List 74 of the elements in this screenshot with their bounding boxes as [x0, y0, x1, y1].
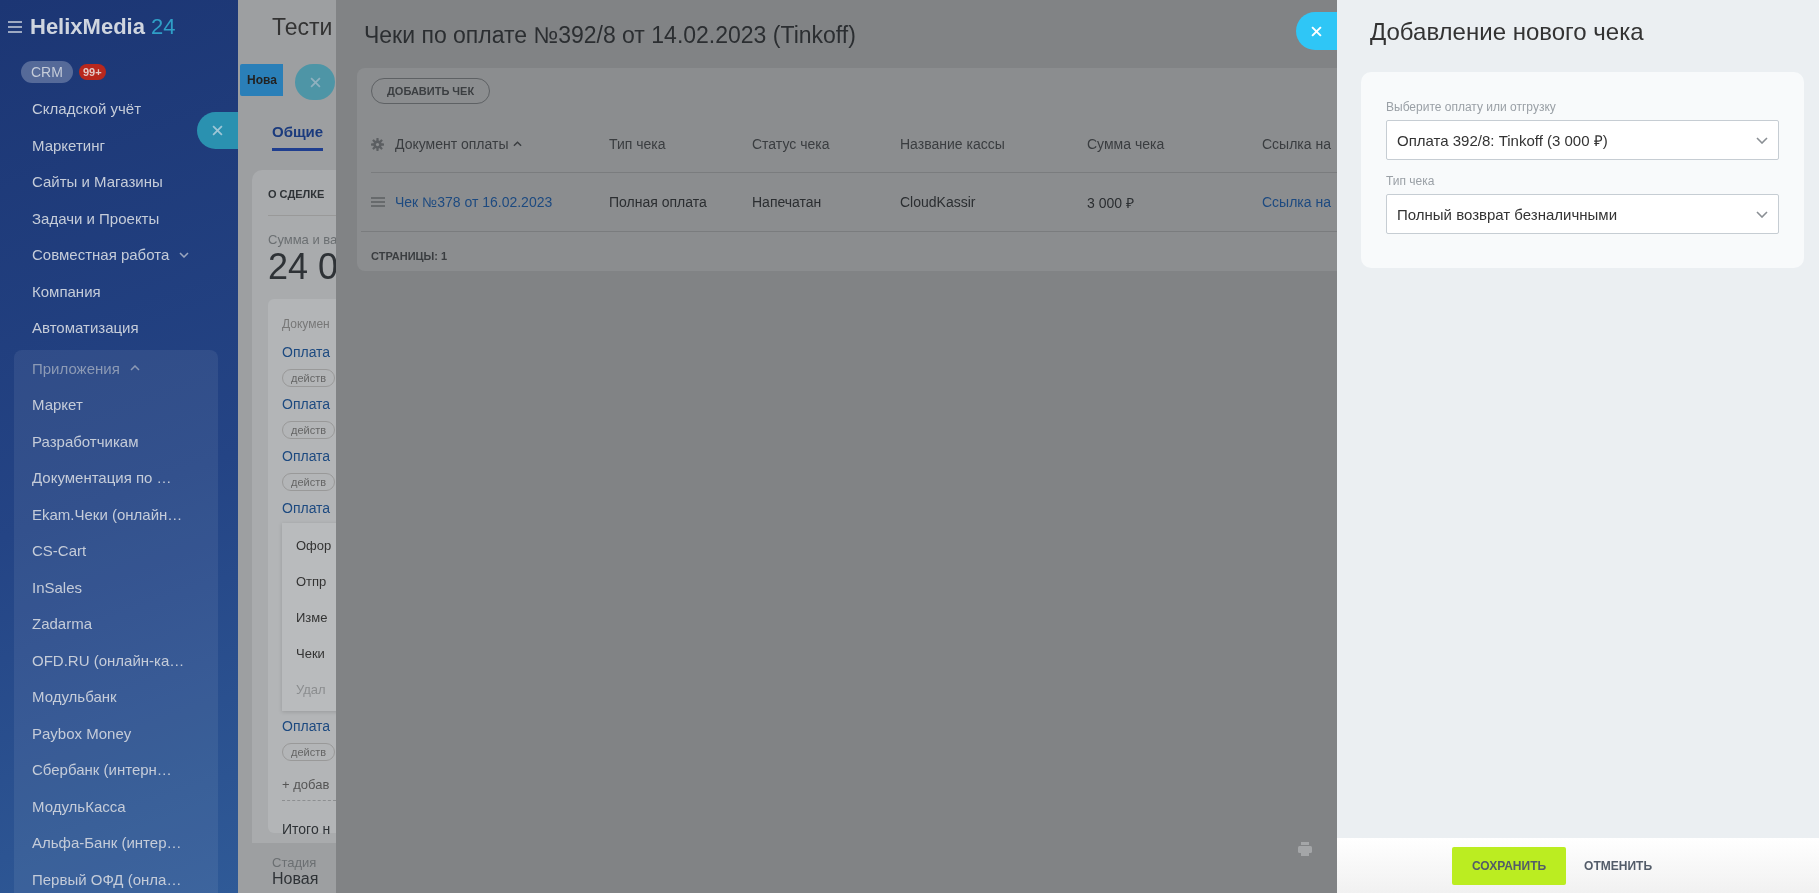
column-header[interactable]: Ссылка на	[1262, 136, 1331, 152]
menu-item[interactable]: Складской учёт	[0, 90, 142, 127]
chevron-icon	[129, 365, 140, 372]
menu-item[interactable]: CRM	[21, 61, 73, 84]
table-cell-text: CloudKassir	[900, 194, 977, 210]
dropdown-field[interactable]: Оплата 392/8: Tinkoff (3 000 ₽)	[1386, 120, 1779, 160]
page-title: Тести	[271, 13, 333, 42]
column-header[interactable]: Статус чека	[752, 136, 900, 152]
payment-link[interactable]: Оплата	[282, 500, 331, 516]
menu-item[interactable]: OFD.RU (онлайн-ка…	[14, 642, 185, 679]
table-cell-text: 3 000 ₽	[1087, 193, 1135, 212]
panel-title: Чеки по оплате №392/8 от 14.02.2023 (Tinkoff)	[363, 21, 856, 50]
cancel-button[interactable]: ОТМЕНИТЬ	[1570, 858, 1666, 873]
menu-item[interactable]: Paybox Money	[14, 715, 132, 752]
printer-icon[interactable]	[1297, 841, 1313, 857]
menu-item[interactable]: МодульКасса	[14, 788, 126, 825]
menu-item[interactable]: Альфа-Банк (интер…	[14, 824, 182, 861]
column-header[interactable]: Тип чека	[609, 136, 752, 152]
close-button[interactable]	[1296, 12, 1337, 50]
stage-button[interactable]: Нова	[240, 64, 283, 96]
menu-item[interactable]: Чеки	[282, 635, 336, 671]
table-cell-text: Полная оплата	[609, 194, 708, 210]
counter-badge: 99+	[78, 64, 106, 81]
menu-item[interactable]: Сбербанк (интерн…	[14, 751, 172, 788]
panel-title: Добавление нового чека	[1369, 17, 1645, 47]
chevron-icon	[179, 251, 190, 258]
menu-item[interactable]: Zadarma	[14, 605, 93, 642]
menu-item[interactable]: Сайты и Магазины	[0, 163, 163, 200]
menu-item[interactable]: Разработчикам	[14, 423, 139, 460]
menu-item[interactable]: Задачи и Проекты	[0, 200, 160, 237]
apps-header[interactable]: Приложения	[14, 350, 140, 387]
close-icon	[1311, 25, 1322, 37]
payment-link[interactable]: Оплата	[282, 396, 331, 412]
menu-item[interactable]: Отпр	[282, 563, 336, 599]
field-label: Тип чека	[1386, 174, 1436, 188]
menu-item[interactable]: Компания	[0, 273, 101, 310]
close-icon	[212, 125, 223, 136]
chevron-icon	[1756, 210, 1768, 218]
pages-label: СТРАНИЦЫ: 1	[371, 250, 448, 262]
column-header[interactable]: Документ оплаты	[395, 136, 609, 152]
total-label: Итого н	[282, 821, 332, 837]
column-header[interactable]: Сумма чека	[1087, 136, 1262, 152]
payment-link[interactable]: Оплата	[282, 448, 331, 464]
field-value: Новая	[272, 870, 319, 888]
menu-item[interactable]: InSales	[14, 569, 83, 606]
menu-item[interactable]: Первый ОФД (онла…	[14, 861, 182, 893]
close-button[interactable]	[197, 112, 238, 149]
menu-item[interactable]: Маркет	[14, 386, 83, 423]
payment-link[interactable]: Оплата	[282, 718, 331, 734]
menu-item[interactable]: Автоматизация	[0, 309, 139, 346]
menu-item[interactable]: Изме	[282, 599, 336, 635]
menu-item[interactable]: Совместная работа	[0, 236, 190, 273]
row-menu-icon[interactable]	[371, 197, 385, 207]
menu-item[interactable]: Офор	[282, 527, 336, 563]
menu-item[interactable]: CS-Cart	[14, 532, 87, 569]
save-button[interactable]: СОХРАНИТЬ	[1452, 846, 1567, 885]
column-header[interactable]: Название кассы	[900, 136, 1087, 152]
menu-item[interactable]: Модульбанк	[14, 678, 117, 715]
menu-icon[interactable]	[8, 21, 22, 33]
chevron-icon	[1756, 136, 1768, 144]
table-cell-text: Напечатан	[752, 194, 823, 210]
receipt-link[interactable]: Чек №378 от 16.02.2023	[395, 194, 609, 210]
close-icon	[309, 76, 321, 88]
menu-item[interactable]: Маркетинг	[0, 127, 105, 164]
dropdown-field[interactable]: Полный возврат безналичными	[1386, 194, 1779, 234]
settings-icon[interactable]	[371, 137, 384, 151]
logo: HelixMedia 24	[30, 14, 176, 40]
tab[interactable]: Общие	[272, 113, 324, 151]
payment-link[interactable]: Оплата	[282, 344, 331, 360]
menu-item[interactable]: Документация по …	[14, 459, 172, 496]
field-label: Докумен	[282, 317, 331, 333]
receipt-url-link[interactable]: Ссылка на	[1262, 194, 1331, 210]
field-label: Выберите оплату или отгрузку	[1386, 100, 1557, 114]
menu-item[interactable]: Ekam.Чеки (онлайн…	[14, 496, 183, 533]
